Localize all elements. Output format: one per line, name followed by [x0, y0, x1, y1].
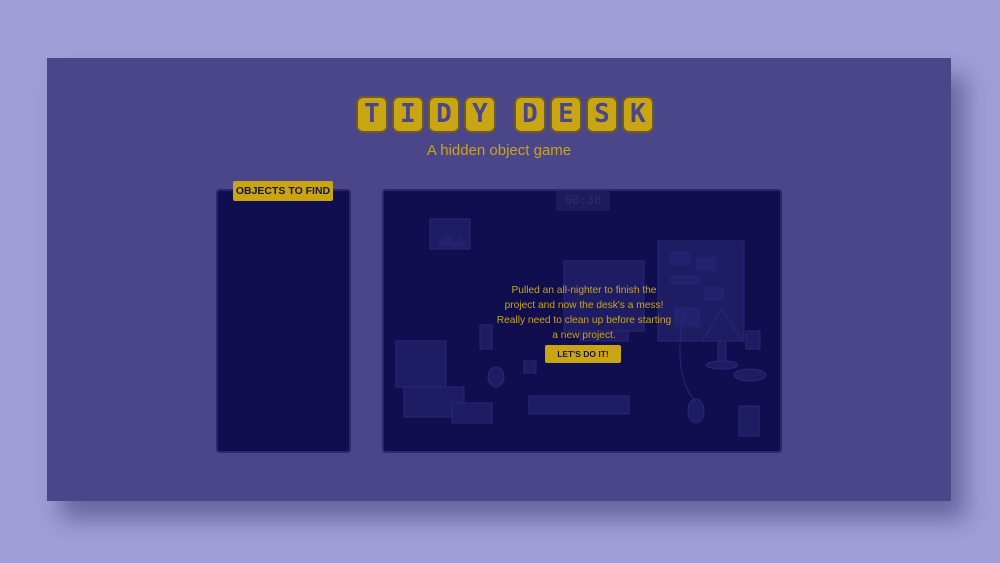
sticky-note	[670, 275, 700, 285]
title-letter: S	[586, 96, 618, 133]
notes	[451, 402, 493, 424]
sticky-note	[670, 251, 690, 265]
title-letter: E	[550, 96, 582, 133]
bottle	[479, 324, 493, 350]
title-letter: I	[392, 96, 424, 133]
phone	[738, 405, 760, 437]
desk-scene[interactable]: 00:30 Pulled an all-nighter to finish th…	[382, 189, 782, 453]
book-stack	[395, 340, 447, 388]
coffee-cup	[745, 330, 761, 350]
start-game-button[interactable]: LET'S DO IT!	[545, 345, 621, 363]
title-letter: T	[356, 96, 388, 133]
title-letter: D	[428, 96, 460, 133]
title-letter: D	[514, 96, 546, 133]
plate	[733, 368, 767, 382]
objects-to-find-label: OBJECTS TO FIND	[233, 181, 333, 201]
desk-lamp-stem	[717, 340, 727, 364]
mug	[487, 366, 505, 388]
keyboard	[528, 395, 630, 415]
intro-text: Pulled an all-nighter to finish the proj…	[496, 285, 672, 341]
title-space	[500, 96, 510, 133]
objects-list-panel	[216, 189, 351, 453]
title-letter: Y	[464, 96, 496, 133]
game-title: T I D Y D E S K	[356, 96, 654, 133]
sticky-note	[704, 287, 724, 301]
sticky-note	[674, 307, 700, 327]
title-letter: K	[622, 96, 654, 133]
game-subtitle: A hidden object game	[426, 142, 572, 159]
mouse	[687, 398, 705, 424]
desk-lamp-base	[705, 360, 739, 370]
jar	[523, 360, 537, 374]
game-window: T I D Y D E S K A hidden object game OBJ…	[47, 58, 951, 501]
sticky-note	[696, 257, 716, 271]
countdown-timer: 00:30	[556, 191, 610, 211]
